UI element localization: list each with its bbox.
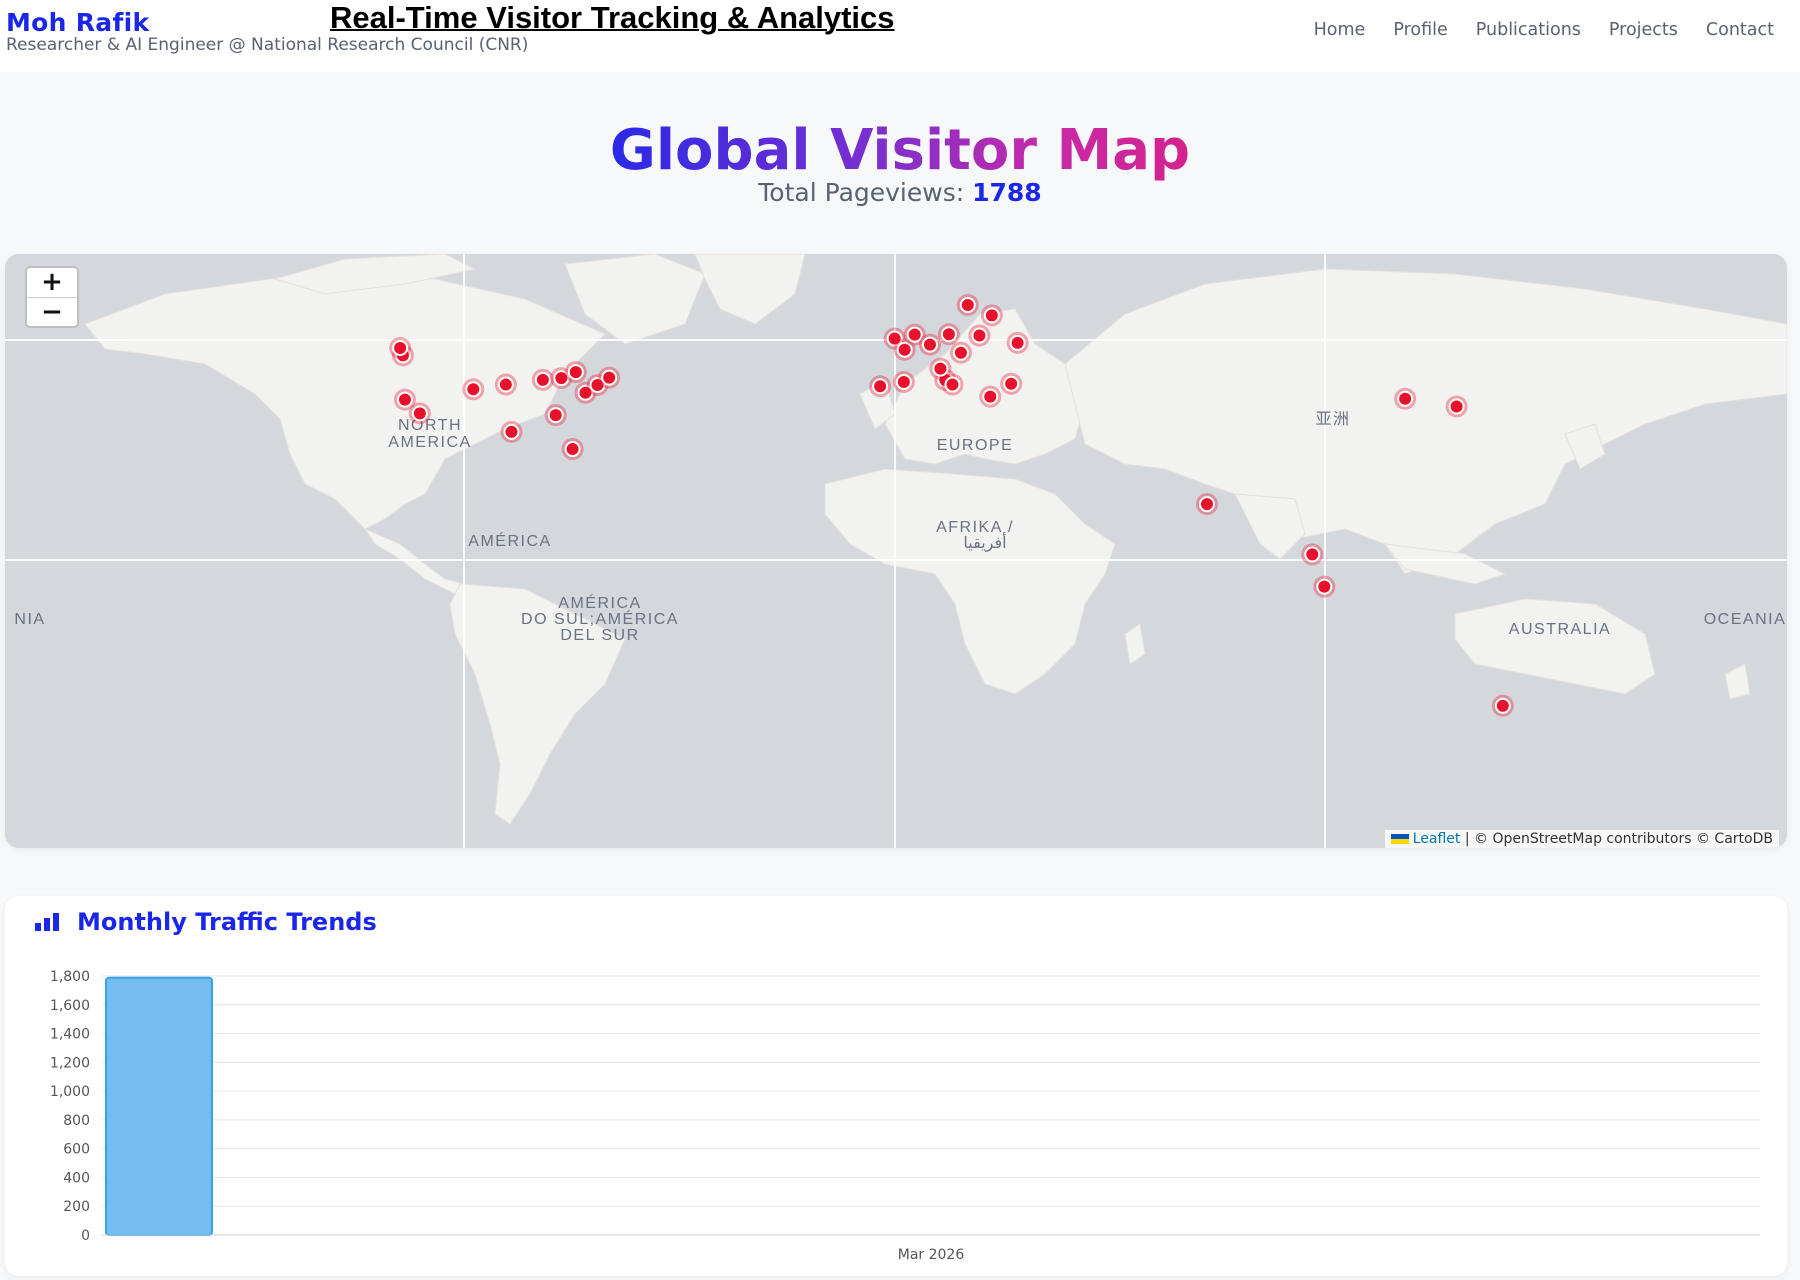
label-australia: AUSTRALIA <box>1509 621 1611 638</box>
visitor-marker[interactable] <box>598 366 621 389</box>
visitor-marker[interactable] <box>979 385 1002 408</box>
visitor-marker[interactable] <box>462 378 485 401</box>
visitor-marker[interactable] <box>869 375 892 398</box>
map-title: Global Visitor Map <box>609 118 1191 183</box>
leaflet-link[interactable]: Leaflet <box>1413 831 1461 847</box>
visitor-marker[interactable] <box>980 304 1003 327</box>
visitor-marker[interactable] <box>561 438 584 461</box>
visitor-marker[interactable] <box>1301 543 1324 566</box>
label-south-america-1: AMÉRICA <box>558 593 641 612</box>
nav-profile[interactable]: Profile <box>1393 20 1447 40</box>
y-tick-label: 1,000 <box>50 1084 90 1100</box>
label-oceania-left: NIA <box>14 611 45 628</box>
visitor-marker[interactable] <box>941 373 964 396</box>
traffic-bar[interactable] <box>105 976 213 1237</box>
brand-name[interactable]: Moh Rafik <box>6 8 149 37</box>
nav-contact[interactable]: Contact <box>1706 20 1774 40</box>
traffic-chart-card: Monthly Traffic Trends 0 200 400 600 800 1,00… <box>5 896 1787 1276</box>
pageviews-count: 1788 <box>972 178 1042 207</box>
visitor-marker[interactable] <box>544 404 567 427</box>
pageviews-label: Total Pageviews: <box>758 178 965 207</box>
visitor-marker[interactable] <box>968 324 991 347</box>
label-south-america-2: DO SUL;AMÉRICA <box>521 609 679 628</box>
attribution-text: | © OpenStreetMap contributors © CartoDB <box>1460 831 1773 847</box>
label-oceania: OCEANIA <box>1704 611 1787 628</box>
y-tick-label: 1,400 <box>50 1027 90 1043</box>
visitor-marker[interactable] <box>1195 493 1218 516</box>
nav-home[interactable]: Home <box>1314 20 1366 40</box>
y-tick-label: 1,200 <box>50 1055 90 1071</box>
zoom-control: + − <box>25 266 79 328</box>
brand-subtitle: Researcher & AI Engineer @ National Rese… <box>6 35 529 55</box>
label-north-america-1: NORTH <box>398 417 462 434</box>
y-tick-label: 400 <box>63 1170 90 1186</box>
visitor-marker[interactable] <box>937 323 960 346</box>
visitor-marker[interactable] <box>500 420 523 443</box>
y-tick-label: 1,800 <box>50 969 90 985</box>
visitor-marker[interactable] <box>949 341 972 364</box>
site-header: Moh Rafik Researcher & AI Engineer @ Nat… <box>0 0 1800 72</box>
visitor-marker[interactable] <box>918 333 941 356</box>
x-tick-label: Mar 2026 <box>898 1247 965 1263</box>
y-tick-label: 1,600 <box>50 998 90 1014</box>
visitor-marker[interactable] <box>1000 372 1023 395</box>
y-tick-label: 0 <box>81 1228 90 1244</box>
label-south-america-3: DEL SUR <box>560 627 639 644</box>
visitor-marker[interactable] <box>1445 395 1468 418</box>
visitor-marker[interactable] <box>389 337 412 360</box>
map-attribution: Leaflet | © OpenStreetMap contributors ©… <box>1384 830 1779 848</box>
zoom-out-button[interactable]: − <box>27 297 77 326</box>
label-europe: EUROPE <box>937 437 1014 454</box>
page-heading: Real-Time Visitor Tracking & Analytics <box>330 0 895 35</box>
visitor-marker[interactable] <box>408 402 431 425</box>
visitor-marker[interactable] <box>1313 575 1336 598</box>
visitor-marker[interactable] <box>1491 694 1514 717</box>
nav-publications[interactable]: Publications <box>1476 20 1581 40</box>
nav-projects[interactable]: Projects <box>1609 20 1678 40</box>
label-north-america-2: AMERICA <box>388 434 471 451</box>
map-canvas[interactable]: NORTH AMERICA AMÉRICA AMÉRICA DO SUL;AMÉ… <box>5 254 1787 848</box>
visitor-marker[interactable] <box>564 361 587 384</box>
zoom-in-button[interactable]: + <box>27 268 77 297</box>
visitor-marker[interactable] <box>892 370 915 393</box>
visitor-marker[interactable] <box>1394 387 1417 410</box>
main-nav: Home Profile Publications Projects Conta… <box>1314 20 1774 40</box>
y-tick-label: 600 <box>63 1142 90 1158</box>
y-tick-label: 200 <box>63 1199 90 1215</box>
ukraine-flag-icon <box>1390 834 1409 844</box>
visitor-marker[interactable] <box>956 294 979 317</box>
label-africa-2: أفريقيا <box>963 532 1006 552</box>
visitor-map[interactable]: NORTH AMERICA AMÉRICA AMÉRICA DO SUL;AMÉ… <box>5 254 1787 848</box>
visitor-marker[interactable] <box>494 373 517 396</box>
label-africa-1: AFRIKA / <box>936 519 1014 536</box>
label-america: AMÉRICA <box>468 531 551 550</box>
bar-chart[interactable]: 0 200 400 600 800 1,000 1,200 1,400 1,600 1,800 Ma… <box>5 896 1787 1276</box>
label-asia: 亚洲 <box>1315 411 1350 428</box>
visitor-marker[interactable] <box>1006 331 1029 354</box>
total-pageviews: Total Pageviews: 1788 <box>0 178 1800 207</box>
y-tick-label: 800 <box>63 1113 90 1129</box>
